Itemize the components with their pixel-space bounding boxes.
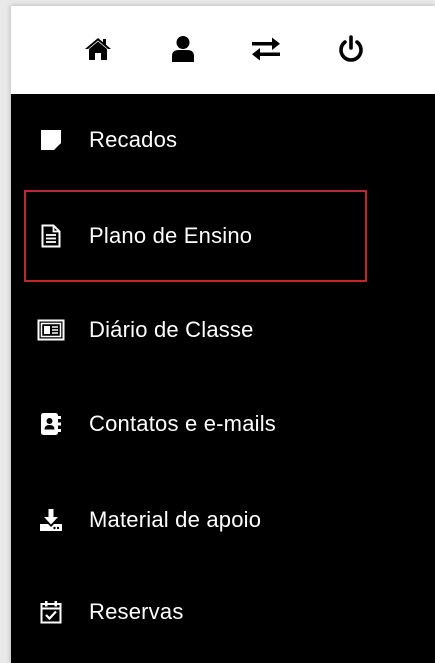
switch-icon[interactable]	[249, 32, 283, 66]
window-background: Recados Plano de Ensino Diário de Classe…	[0, 0, 435, 663]
note-icon	[39, 128, 63, 152]
address-book-icon	[39, 412, 63, 436]
menu-item-reservas[interactable]: Reservas	[11, 584, 435, 640]
download-icon	[39, 508, 63, 532]
home-icon[interactable]	[81, 32, 115, 66]
document-icon	[39, 224, 63, 248]
menu-item-plano-de-ensino[interactable]: Plano de Ensino	[11, 208, 435, 264]
user-icon[interactable]	[166, 32, 200, 66]
menu-item-recados[interactable]: Recados	[11, 112, 435, 168]
menu-item-diario-de-classe[interactable]: Diário de Classe	[11, 302, 435, 358]
menu-item-label: Diário de Classe	[89, 317, 254, 342]
calendar-check-icon	[39, 600, 63, 624]
top-toolbar	[11, 6, 435, 94]
menu-item-label: Reservas	[89, 599, 184, 624]
menu-item-contatos[interactable]: Contatos e e-mails	[11, 396, 435, 452]
menu-item-label: Recados	[89, 127, 178, 152]
menu-item-label: Material de apoio	[89, 507, 262, 532]
menu-item-label: Contatos e e-mails	[89, 411, 277, 436]
power-icon[interactable]	[334, 32, 368, 66]
menu-item-material-de-apoio[interactable]: Material de apoio	[11, 492, 435, 548]
navigation-panel: Recados Plano de Ensino Diário de Classe…	[11, 6, 435, 663]
menu-item-label: Plano de Ensino	[89, 223, 253, 248]
id-card-icon	[37, 318, 65, 342]
